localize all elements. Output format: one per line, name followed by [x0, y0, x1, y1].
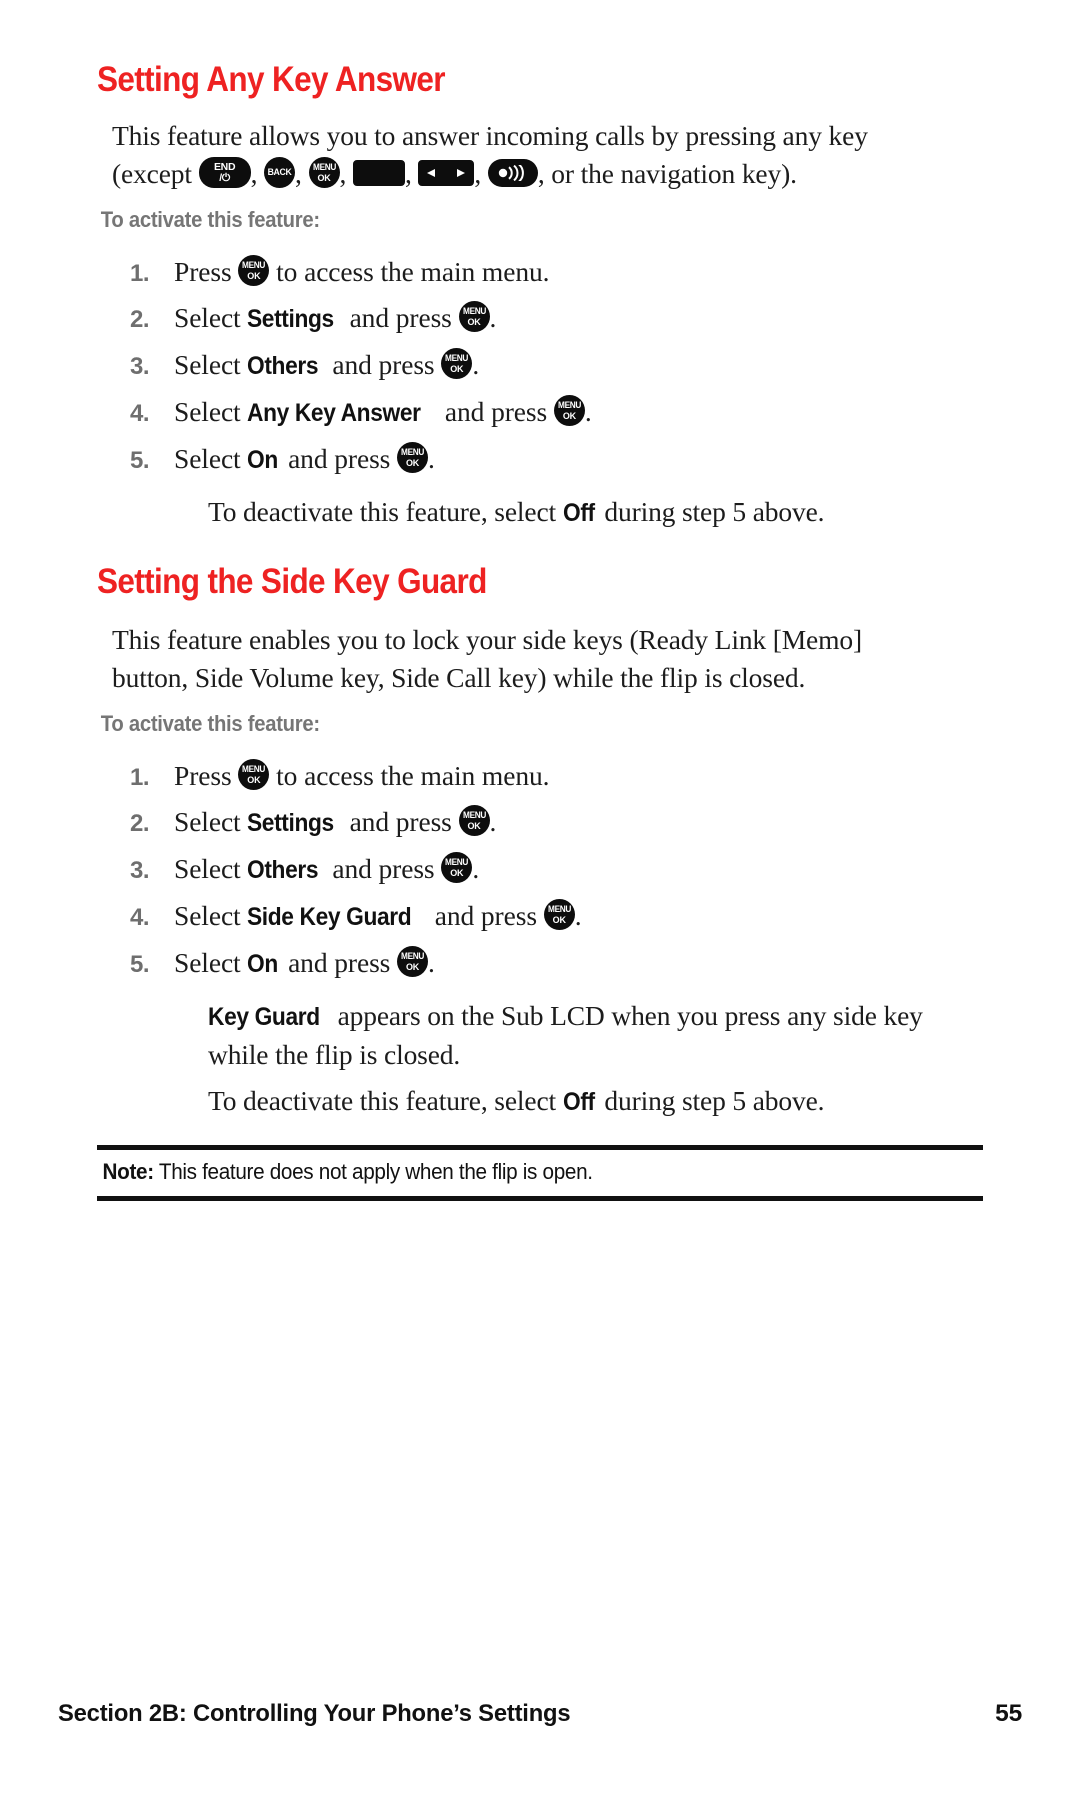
steps-list-any-key-answer: 1. Press MENU OK to access the main menu.… — [0, 249, 1080, 483]
step-text: Select Settings and press MENU OK. — [174, 295, 496, 342]
note-text: Note: This feature does not apply when t… — [97, 1159, 912, 1185]
menu-ok-key-icon: MENU OK — [458, 300, 490, 332]
comma-sep-1: , — [250, 157, 265, 189]
comma-sep-5: , — [474, 157, 488, 189]
menu-ok-key-icon: MENU OK — [441, 851, 473, 883]
note-block: Note: This feature does not apply when t… — [97, 1144, 983, 1201]
list-item: 5. Select On and press MENU OK. — [0, 436, 1080, 483]
step-number: 3. — [130, 352, 150, 380]
back-key-icon: BACK — [264, 156, 296, 188]
section-heading-side-key-guard-wrap: Setting the Side Key Guard — [0, 561, 1080, 601]
activate-label-side-key-guard: To activate this feature: — [100, 710, 320, 736]
menu-ok-key-icon: MENU OK — [397, 441, 429, 473]
step-number: 1. — [130, 763, 150, 791]
step-text: Press MENU OK to access the main menu. — [174, 254, 550, 287]
note-body: This feature does not apply when the fli… — [153, 1158, 593, 1184]
footer-page-number: 55 — [995, 1700, 1022, 1727]
ui-term: Others — [247, 351, 319, 380]
intro-line-1: This feature enables you to lock your si… — [112, 623, 862, 655]
deactivate-note-any-key-answer: To deactivate this feature, select Off d… — [0, 493, 1080, 532]
end-power-key-icon: END/⏻ — [198, 156, 251, 188]
menu-ok-key-icon: MENU OK — [441, 347, 473, 379]
step-number: 5. — [130, 446, 150, 474]
step-text: Select Others and press MENU OK. — [174, 846, 479, 893]
step-number: 2. — [130, 305, 150, 333]
step-text: Select Side Key Guard and press MENU OK. — [174, 893, 582, 940]
step-number: 2. — [130, 809, 150, 837]
list-item: 2. Select Settings and press MENU OK. — [0, 799, 1080, 846]
menu-ok-key-icon: MENU OK — [543, 898, 575, 930]
key-guard-note: Key Guard appears on the Sub LCD when yo… — [208, 999, 923, 1070]
ui-term: Side Key Guard — [247, 902, 412, 931]
talk-key-icon — [352, 159, 405, 186]
menu-ok-key-icon: MENU OK — [238, 758, 270, 790]
intro-line-2: button, Side Volume key, Side Call key) … — [112, 661, 806, 693]
step-number: 4. — [130, 903, 150, 931]
step-number: 5. — [130, 950, 150, 978]
intro-paragraph-side-key-guard: This feature enables you to lock your si… — [0, 621, 1080, 697]
list-item: 1. Press MENU OK to access the main menu. — [0, 753, 1080, 799]
document-page: Setting Any Key Answer This feature allo… — [0, 0, 1080, 1800]
activate-label-any-key-answer: To activate this feature: — [100, 206, 320, 232]
list-item: 2. Select Settings and press MENU OK. — [0, 295, 1080, 342]
note-label: Note: — [102, 1158, 155, 1184]
ui-term: Key Guard — [208, 1002, 320, 1031]
menu-ok-key-icon: MENU OK — [458, 804, 490, 836]
list-item: 1. Press MENU OK to access the main menu. — [0, 249, 1080, 295]
list-item: 4. Select Side Key Guard and press MENU O… — [0, 893, 1080, 940]
page-footer: Section 2B: Controlling Your Phone’s Set… — [58, 1700, 1022, 1728]
intro-paragraph-any-key-answer: This feature allows you to answer incomi… — [0, 117, 1080, 193]
list-item: 3. Select Others and press MENU OK. — [0, 342, 1080, 389]
step-text: Select Others and press MENU OK. — [174, 342, 479, 389]
steps-list-side-key-guard: 1. Press MENU OK to access the main menu.… — [0, 753, 1080, 987]
ui-term: On — [247, 445, 279, 474]
menu-ok-key-icon: MENU OK — [238, 254, 270, 286]
ui-term: Settings — [247, 808, 335, 837]
ui-term: Off — [562, 1087, 595, 1116]
menu-ok-key-icon: MENU OK — [397, 945, 429, 977]
ui-term: Any Key Answer — [247, 398, 421, 427]
intro-suffix: , or the navigation key). — [537, 157, 797, 189]
step-text: Select On and press MENU OK. — [174, 436, 435, 483]
comma-sep-3: , — [339, 157, 353, 189]
section-heading-any-key-answer-wrap: Setting Any Key Answer — [0, 60, 1080, 99]
step-number: 4. — [130, 399, 150, 427]
menu-ok-key-icon: MENU OK — [308, 156, 340, 188]
list-item: 3. Select Others and press MENU OK. — [0, 846, 1080, 893]
comma-sep-2: , — [295, 157, 309, 189]
speaker-key-icon — [487, 158, 538, 187]
side-volume-key-icon — [418, 159, 475, 186]
step-text: Select Settings and press MENU OK. — [174, 799, 496, 846]
ui-term: Others — [247, 855, 319, 884]
deactivate-note-side-key-guard: To deactivate this feature, select Off d… — [0, 1082, 1080, 1121]
step-number: 3. — [130, 856, 150, 884]
step-text: Press MENU OK to access the main menu. — [174, 758, 550, 791]
footer-section-label: Section 2B: Controlling Your Phone’s Set… — [58, 1700, 571, 1727]
list-item: 4. Select Any Key Answer and press MENU O… — [0, 389, 1080, 436]
comma-sep-4: , — [404, 157, 419, 189]
step-number: 1. — [130, 259, 150, 287]
step-text: Select Any Key Answer and press MENU OK. — [174, 389, 592, 436]
section-heading-any-key-answer: Setting Any Key Answer — [97, 60, 446, 99]
section-heading-side-key-guard: Setting the Side Key Guard — [97, 561, 487, 601]
menu-ok-key-icon: MENU OK — [553, 394, 585, 426]
ui-term: Settings — [247, 304, 335, 333]
ui-term: On — [247, 949, 279, 978]
step-text: Select On and press MENU OK. — [174, 940, 435, 987]
list-item: 5. Select On and press MENU OK. — [0, 940, 1080, 987]
ui-term: Off — [562, 498, 595, 527]
intro-prefix: (except — [112, 157, 199, 189]
intro-line-1: This feature allows you to answer incomi… — [112, 119, 868, 151]
